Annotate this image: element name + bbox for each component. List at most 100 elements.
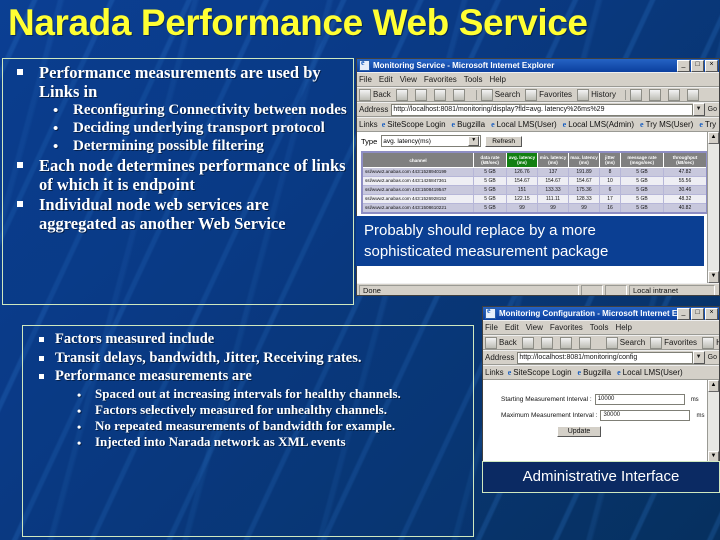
- menu-bar[interactable]: File Edit View Favorites Tools Help: [483, 320, 719, 335]
- link-local-lms-admin[interactable]: Local LMS(Admin): [563, 120, 634, 129]
- menu-item-favorites[interactable]: Favorites: [550, 323, 583, 332]
- go-button[interactable]: Go: [708, 354, 717, 361]
- cell-throughput: 48.32: [663, 194, 708, 205]
- refresh-button[interactable]: [559, 336, 574, 349]
- history-button[interactable]: History: [702, 336, 719, 349]
- col-min-latency[interactable]: min. latency (ms): [537, 151, 569, 169]
- stop-button[interactable]: [540, 336, 555, 349]
- col-message-rate[interactable]: message rate (msgs/sec): [620, 151, 664, 169]
- starting-interval-input[interactable]: 10000: [594, 394, 685, 405]
- title-bar[interactable]: Monitoring Configuration - Microsoft Int…: [483, 307, 719, 320]
- square-bullet-icon: [17, 69, 23, 75]
- menu-item-view[interactable]: View: [400, 75, 417, 84]
- menu-bar[interactable]: File Edit View Favorites Tools Help: [357, 72, 719, 87]
- links-bar[interactable]: Links SiteScope Login Bugzilla Local LMS…: [357, 117, 719, 132]
- home-button[interactable]: [578, 336, 593, 349]
- link-bugzilla[interactable]: Bugzilla: [578, 368, 611, 377]
- filter-controls[interactable]: Type avg. latency(ms) ▼ Refresh: [357, 132, 719, 149]
- monitoring-configuration-window[interactable]: Monitoring Configuration - Microsoft Int…: [482, 306, 720, 472]
- col-jitter[interactable]: jitter (ms): [599, 151, 621, 169]
- link-try-ms-admin[interactable]: Try MS(Admin): [699, 120, 719, 129]
- address-dropdown-icon[interactable]: ▼: [692, 103, 705, 116]
- search-button[interactable]: Search: [480, 88, 520, 101]
- sub-bullet-text: Factors selectively measured for unhealt…: [95, 401, 387, 417]
- vertical-scrollbar[interactable]: ▲ ▼: [707, 132, 719, 283]
- mail-button[interactable]: [629, 88, 644, 101]
- list-item: • Factors selectively measured for unhea…: [55, 402, 469, 418]
- sub-bullet-text: Reconfiguring Connectivity between nodes: [73, 102, 347, 118]
- cell-max-latency: 128.33: [568, 194, 600, 205]
- menu-item-help[interactable]: Help: [615, 323, 631, 332]
- back-button[interactable]: Back: [359, 88, 391, 101]
- minimize-button[interactable]: _: [677, 59, 690, 72]
- menu-item-favorites[interactable]: Favorites: [424, 75, 457, 84]
- link-sitescope-login[interactable]: SiteScope Login: [382, 120, 445, 129]
- col-channel[interactable]: channel: [361, 151, 474, 169]
- address-dropdown-icon[interactable]: ▼: [692, 351, 705, 364]
- go-button[interactable]: Go: [708, 106, 717, 113]
- vertical-scrollbar[interactable]: ▲ ▼: [707, 380, 719, 463]
- scroll-up-icon[interactable]: ▲: [708, 132, 719, 144]
- back-button[interactable]: Back: [485, 336, 517, 349]
- scroll-down-icon[interactable]: ▼: [708, 271, 719, 283]
- home-button[interactable]: [452, 88, 467, 101]
- type-label: Type: [361, 136, 378, 146]
- col-throughput[interactable]: throughput (kB/sec): [663, 151, 708, 169]
- maximize-button[interactable]: □: [691, 307, 704, 320]
- cell-max-latency: 154.67: [568, 176, 600, 187]
- toolbar[interactable]: Back Search Favorites History: [357, 87, 719, 102]
- link-sitescope-login[interactable]: SiteScope Login: [508, 368, 571, 377]
- address-bar[interactable]: Address http://localhost:8081/monitoring…: [483, 350, 719, 365]
- edit-button[interactable]: [667, 88, 682, 101]
- maximize-button[interactable]: □: [691, 59, 704, 72]
- link-try-ms-user[interactable]: Try MS(User): [640, 120, 694, 129]
- window-controls[interactable]: _ □ ×: [677, 59, 718, 72]
- refresh-button[interactable]: [433, 88, 448, 101]
- col-max-latency[interactable]: max. latency (ms): [568, 151, 600, 169]
- links-bar[interactable]: Links SiteScope Login Bugzilla Local LMS…: [483, 365, 719, 380]
- menu-item-tools[interactable]: Tools: [590, 323, 609, 332]
- address-bar[interactable]: Address http://localhost:8081/monitoring…: [357, 102, 719, 117]
- address-input[interactable]: http://localhost:8081/monitoring/display…: [391, 103, 693, 116]
- starting-interval-label: Starting Measurement Interval :: [501, 396, 592, 403]
- menu-item-edit[interactable]: Edit: [505, 323, 519, 332]
- link-local-lms-user[interactable]: Local LMS(User): [617, 368, 683, 377]
- menu-item-tools[interactable]: Tools: [464, 75, 483, 84]
- menu-item-file[interactable]: File: [359, 75, 372, 84]
- close-button[interactable]: ×: [705, 307, 718, 320]
- menu-item-help[interactable]: Help: [489, 75, 505, 84]
- col-data-rate[interactable]: data rate (kB/sec): [473, 151, 507, 169]
- history-button[interactable]: History: [577, 88, 616, 101]
- favorites-button[interactable]: Favorites: [525, 88, 572, 101]
- minimize-button[interactable]: _: [677, 307, 690, 320]
- close-button[interactable]: ×: [705, 59, 718, 72]
- favorites-button[interactable]: Favorites: [650, 336, 697, 349]
- forward-button[interactable]: [521, 336, 536, 349]
- toolbar[interactable]: Back Search Favorites History: [483, 335, 719, 350]
- print-button[interactable]: [648, 88, 663, 101]
- menu-item-view[interactable]: View: [526, 323, 543, 332]
- cell-throughput: 40.82: [663, 203, 708, 214]
- configuration-form[interactable]: Starting Measurement Interval : 10000 ms…: [483, 380, 719, 437]
- menu-item-file[interactable]: File: [485, 323, 498, 332]
- menu-item-edit[interactable]: Edit: [379, 75, 393, 84]
- scroll-up-icon[interactable]: ▲: [708, 380, 719, 392]
- window-controls[interactable]: _ □ ×: [677, 307, 718, 320]
- title-bar[interactable]: Monitoring Service - Microsoft Internet …: [357, 59, 719, 72]
- forward-button[interactable]: [395, 88, 410, 101]
- stop-button[interactable]: [414, 88, 429, 101]
- address-input[interactable]: http://localhost:8081/monitoring/config: [517, 351, 693, 364]
- col-avg-latency[interactable]: avg. latency (ms): [506, 151, 538, 169]
- history-clock-icon: [577, 88, 590, 101]
- link-bugzilla[interactable]: Bugzilla: [452, 120, 485, 129]
- type-select[interactable]: avg. latency(ms) ▼: [381, 135, 482, 147]
- search-button[interactable]: Search: [605, 336, 645, 349]
- chevron-down-icon[interactable]: ▼: [468, 136, 480, 146]
- home-icon: [452, 88, 465, 101]
- form-actions: Update: [483, 426, 675, 437]
- discuss-button[interactable]: [686, 88, 701, 101]
- link-local-lms-user[interactable]: Local LMS(User): [491, 120, 557, 129]
- maximum-interval-input[interactable]: 30000: [600, 410, 691, 421]
- refresh-table-button[interactable]: Refresh: [485, 135, 523, 147]
- update-button[interactable]: Update: [556, 426, 602, 437]
